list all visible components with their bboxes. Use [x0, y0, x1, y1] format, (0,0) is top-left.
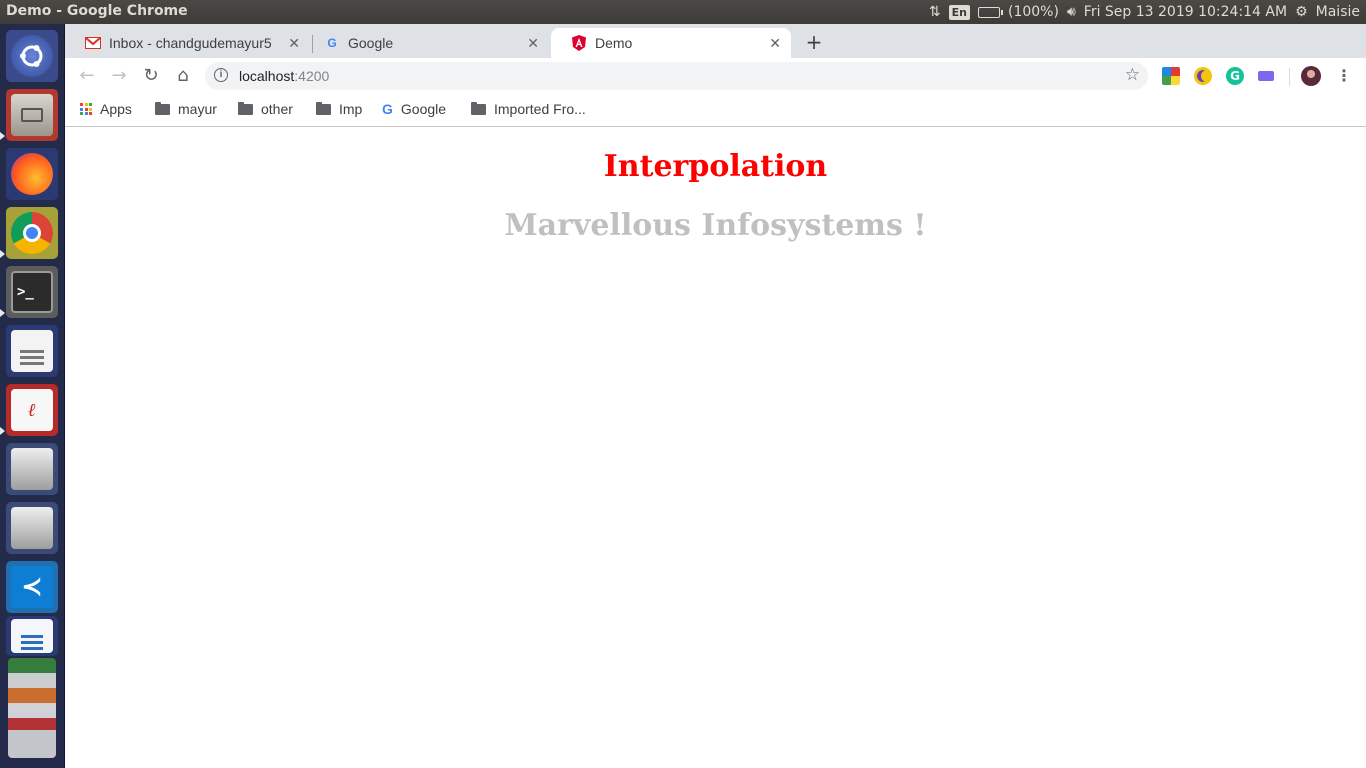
top-panel: Demo - Google Chrome ⇅ En (100%) 🔊︎ Fri … [0, 0, 1366, 24]
tab-demo[interactable]: Demo ✕ [551, 28, 791, 58]
reload-button[interactable]: ↻ [139, 64, 163, 88]
terminal-icon[interactable]: >_ [6, 266, 58, 318]
firefox-icon[interactable] [6, 148, 58, 200]
battery-percent: (100%) [1008, 4, 1059, 20]
files-icon[interactable] [6, 89, 58, 141]
bookmark-label: Google [400, 101, 447, 117]
bookmark-folder-imported[interactable]: Imported Fro... [471, 101, 586, 117]
page-title: Interpolation [603, 149, 828, 184]
extension-colorpicker-icon[interactable] [1162, 67, 1180, 85]
grammarly-icon[interactable]: G [1226, 67, 1244, 85]
text-editor-icon[interactable] [6, 325, 58, 377]
pdf-viewer-icon[interactable]: ℓ [6, 384, 58, 436]
running-indicator [0, 250, 5, 258]
network-icon[interactable]: ⇅ [929, 4, 941, 20]
close-icon[interactable]: ✕ [288, 35, 300, 52]
google-icon: G [382, 101, 393, 117]
system-tray: ⇅ En (100%) 🔊︎ Fri Sep 13 2019 10:24:14 … [929, 0, 1360, 24]
menu-kebab-icon[interactable]: ⋮ [1332, 64, 1356, 88]
page-content: Interpolation Marvellous Infosystems ! [65, 128, 1366, 768]
close-icon[interactable]: ✕ [769, 35, 781, 52]
running-indicator [0, 309, 5, 317]
chrome-icon[interactable] [6, 207, 58, 259]
forward-button[interactable]: → [107, 64, 131, 88]
bookmark-label: other [261, 101, 293, 117]
bookmarks-bar: Apps mayur other Imp G Google Imported F… [65, 94, 1366, 127]
gear-icon[interactable]: ⚙ [1295, 4, 1308, 20]
running-indicator [0, 132, 5, 140]
volume-icon[interactable]: 🔊︎ [1067, 4, 1076, 20]
tab-label: Inbox - chandgudemayur5 [109, 35, 272, 51]
url-host: localhost [239, 68, 295, 84]
extension-moon-icon[interactable] [1194, 67, 1212, 85]
gmail-icon [85, 35, 101, 51]
bookmark-folder-mayur[interactable]: mayur [155, 101, 217, 117]
new-tab-button[interactable]: + [802, 30, 826, 54]
running-indicator [0, 427, 5, 435]
battery-icon[interactable] [978, 6, 1003, 18]
vscode-icon[interactable]: ≺ [6, 561, 58, 613]
bookmark-label: Imp [339, 101, 363, 117]
close-icon[interactable]: ✕ [527, 35, 539, 52]
bookmark-google[interactable]: G Google [382, 101, 446, 117]
avatar[interactable] [1301, 66, 1321, 86]
tab-label: Google [348, 35, 394, 51]
drive-icon[interactable] [6, 502, 58, 554]
bookmark-apps[interactable]: Apps [80, 101, 132, 117]
toolbar-separator [1289, 68, 1290, 86]
clock[interactable]: Fri Sep 13 2019 10:24:14 AM [1084, 4, 1287, 20]
bookmark-label: Apps [100, 101, 132, 117]
bookmark-star-icon[interactable]: ☆ [1125, 65, 1140, 85]
user-name[interactable]: Maisie [1316, 4, 1360, 20]
tab-strip: Inbox - chandgudemayur5 ✕ G Google ✕ Dem… [65, 24, 1366, 58]
tab-label: Demo [595, 35, 633, 51]
tab-google[interactable]: G Google ✕ [304, 28, 549, 58]
home-button[interactable]: ⌂ [171, 64, 195, 88]
url-text[interactable]: localhost:4200 [239, 68, 329, 84]
ubuntu-dash-icon[interactable] [6, 30, 58, 82]
page-subtitle: Marvellous Infosystems ! [504, 208, 927, 243]
bookmark-label: Imported Fro... [494, 101, 586, 117]
extension-keyboard-icon[interactable] [1258, 71, 1274, 81]
folder-icon [471, 101, 486, 115]
info-icon[interactable]: i [214, 68, 228, 82]
toolbar: ← → ↻ ⌂ i localhost:4200 ☆ G ⋮ [65, 58, 1366, 94]
folder-icon [238, 101, 253, 115]
tab-inbox[interactable]: Inbox - chandgudemayur5 ✕ [65, 28, 310, 58]
google-icon: G [327, 36, 337, 50]
address-bar[interactable]: i localhost:4200 ☆ [205, 62, 1148, 90]
launcher: >_ ℓ ≺ [0, 24, 65, 768]
drive-icon[interactable] [6, 443, 58, 495]
keyboard-layout-indicator[interactable]: En [948, 4, 970, 20]
libreoffice-writer-icon[interactable] [6, 616, 58, 656]
window-title: Demo - Google Chrome [6, 3, 188, 19]
stacked-launcher-icons[interactable] [8, 658, 56, 758]
bookmark-folder-imp[interactable]: Imp [316, 101, 362, 117]
bookmark-label: mayur [178, 101, 217, 117]
back-button[interactable]: ← [75, 64, 99, 88]
bookmark-folder-other[interactable]: other [238, 101, 293, 117]
angular-icon [571, 35, 587, 51]
folder-icon [316, 101, 331, 115]
folder-icon [155, 101, 170, 115]
url-port: :4200 [294, 68, 330, 84]
apps-grid-icon [80, 103, 92, 115]
